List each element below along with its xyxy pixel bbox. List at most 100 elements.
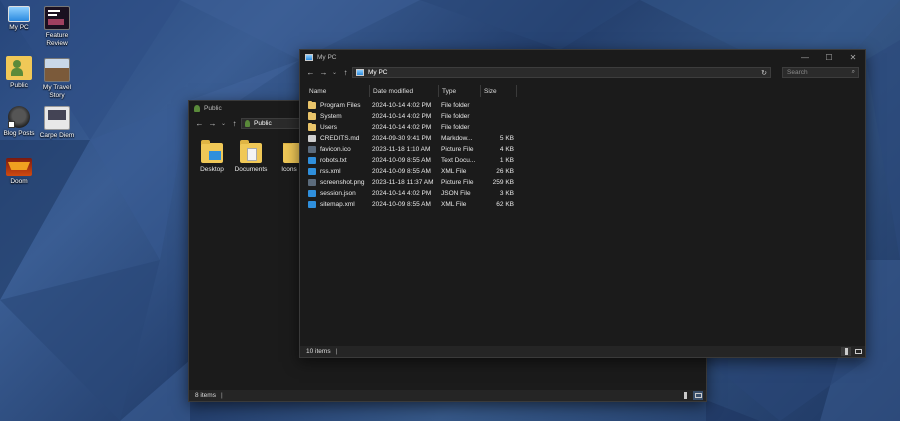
up-arrow-icon[interactable]: ↑	[228, 117, 241, 130]
column-header-date[interactable]: Date modified	[370, 85, 439, 97]
window-title: Public	[204, 105, 222, 112]
forward-arrow-icon[interactable]: →	[317, 66, 330, 79]
vscode-file-icon	[308, 201, 316, 208]
file-row[interactable]: session.json 2024-10-14 4:02 PM JSON File 3…	[300, 188, 517, 199]
minimize-button[interactable]: —	[793, 50, 817, 65]
file-name: robots.txt	[320, 157, 347, 164]
file-type: JSON File	[441, 190, 471, 197]
file-type: Picture File	[441, 179, 474, 186]
up-arrow-icon[interactable]: ↑	[339, 66, 352, 79]
desktop-icon-doom[interactable]: Doom	[0, 158, 38, 186]
my-pc-status-bar: 10 items |	[300, 346, 865, 357]
desktop-icon-label: Public	[10, 82, 28, 89]
file-date-modified: 2024-10-09 8:55 AM	[372, 201, 431, 208]
desktop-icon-public[interactable]: Public	[0, 56, 38, 90]
file-size	[481, 122, 514, 133]
file-row[interactable]: CREDITS.md 2024-09-30 9:41 PM Markdow... 5 …	[300, 133, 517, 144]
file-size	[481, 100, 514, 111]
close-button[interactable]: ✕	[841, 50, 865, 65]
desktop-icon-label: My Travel Story	[42, 84, 72, 99]
user-folder-icon	[194, 105, 200, 112]
folder-icon	[308, 123, 316, 131]
file-size: 259 KB	[492, 179, 514, 186]
column-header-type[interactable]: Type	[439, 85, 481, 97]
user-folder-icon	[245, 120, 250, 127]
vscode-file-icon	[308, 190, 316, 197]
file-type: Text Docu...	[441, 157, 476, 164]
file-row[interactable]: Users 2024-10-14 4:02 PM File folder	[300, 122, 517, 133]
back-arrow-icon[interactable]: ←	[304, 66, 317, 79]
search-input[interactable]: Search ⌕	[782, 67, 859, 78]
address-bar[interactable]: My PC ↻	[352, 67, 771, 78]
item-label: Icons	[281, 166, 297, 173]
public-item-desktop[interactable]: Desktop	[196, 140, 228, 173]
forward-arrow-icon[interactable]: →	[206, 117, 219, 130]
file-size: 4 KB	[499, 146, 514, 153]
file-date-modified: 2024-10-14 4:02 PM	[372, 124, 432, 131]
game-icon	[6, 158, 32, 176]
file-name: sitemap.xml	[320, 201, 355, 208]
chevron-down-icon[interactable]: ⌄	[219, 117, 228, 130]
file-row[interactable]: robots.txt 2024-10-09 8:55 AM Text Docu...…	[300, 155, 517, 166]
file-date-modified: 2024-10-09 8:55 AM	[372, 168, 431, 175]
tiles-view-icon[interactable]	[853, 347, 863, 356]
desktop-icon-carpe-diem[interactable]: Carpe Diem	[38, 106, 76, 140]
desktop-icon-my-pc[interactable]: My PC	[0, 6, 38, 32]
search-icon: ⌕	[851, 69, 855, 75]
file-name: rss.xml	[320, 168, 341, 175]
file-size	[481, 111, 514, 122]
public-status-bar: 8 items |	[189, 390, 706, 401]
user-folder-icon	[6, 56, 32, 80]
desktop-icon-my-travel-story[interactable]: My Travel Story	[38, 58, 76, 99]
column-header-size[interactable]: Size	[481, 85, 517, 97]
computer-icon	[356, 69, 364, 76]
file-row[interactable]: sitemap.xml 2024-10-09 8:55 AM XML File 62 …	[300, 199, 517, 210]
address-text: Public	[254, 120, 272, 127]
file-row[interactable]: screenshot.png 2023-11-18 11:37 AM Picture…	[300, 177, 517, 188]
image-file-icon	[308, 146, 316, 153]
maximize-button[interactable]: ☐	[817, 50, 841, 65]
item-label: Desktop	[200, 166, 224, 173]
file-type: File folder	[441, 124, 470, 131]
file-name: Program Files	[320, 102, 361, 109]
file-row[interactable]: Program Files 2024-10-14 4:02 PM File fold…	[300, 100, 517, 111]
chevron-down-icon[interactable]: ⌄	[330, 66, 339, 79]
desktop-icon-label: Doom	[10, 178, 28, 185]
file-row[interactable]: System 2024-10-14 4:02 PM File folder	[300, 111, 517, 122]
file-name: favicon.ico	[320, 146, 351, 153]
file-size: 1 KB	[499, 157, 514, 164]
status-item-count: 8 items	[195, 392, 216, 399]
folder-icon	[308, 101, 316, 109]
file-type: Picture File	[441, 146, 474, 153]
image-thumbnail-icon	[44, 106, 70, 130]
my-pc-title-bar[interactable]: My PC	[300, 50, 865, 65]
details-view-icon[interactable]	[680, 391, 690, 400]
vscode-file-icon	[308, 168, 316, 175]
address-bar[interactable]: Public	[241, 118, 301, 129]
public-item-icons[interactable]: Icons	[277, 143, 301, 173]
public-item-documents[interactable]: Documents	[232, 140, 270, 173]
desktop-icon-label: My PC	[9, 24, 29, 31]
desktop-icon-label: Feature Review	[45, 32, 69, 47]
file-date-modified: 2024-10-14 4:02 PM	[372, 113, 432, 120]
column-header-name[interactable]: Name	[306, 85, 370, 97]
refresh-icon[interactable]: ↻	[761, 69, 767, 77]
file-date-modified: 2023-11-18 1:10 AM	[372, 146, 431, 153]
tiles-view-icon[interactable]	[693, 391, 703, 400]
vscode-file-icon	[308, 157, 316, 164]
file-row[interactable]: rss.xml 2024-10-09 8:55 AM XML File 26 KB	[300, 166, 517, 177]
file-date-modified: 2024-10-14 4:02 PM	[372, 102, 432, 109]
my-pc-window[interactable]: My PC — ☐ ✕ ← → ⌄ ↑ My PC ↻ Search ⌕ Nam…	[299, 49, 866, 358]
desktop-icon-label: Blog Posts	[3, 130, 35, 137]
column-header-row: Name Date modified Type Size	[300, 85, 867, 97]
status-separator: |	[220, 392, 223, 399]
file-row[interactable]: favicon.ico 2023-11-18 1:10 AM Picture Fil…	[300, 144, 517, 155]
markdown-file-icon	[308, 135, 316, 142]
desktop-icon-blog-posts[interactable]: Blog Posts	[0, 106, 38, 138]
computer-icon	[305, 54, 313, 61]
desktop-folder-icon	[201, 140, 223, 163]
details-view-icon[interactable]	[841, 347, 851, 356]
back-arrow-icon[interactable]: ←	[193, 117, 206, 130]
file-name: CREDITS.md	[320, 135, 360, 142]
desktop-icon-feature-review[interactable]: Feature Review	[38, 6, 76, 47]
